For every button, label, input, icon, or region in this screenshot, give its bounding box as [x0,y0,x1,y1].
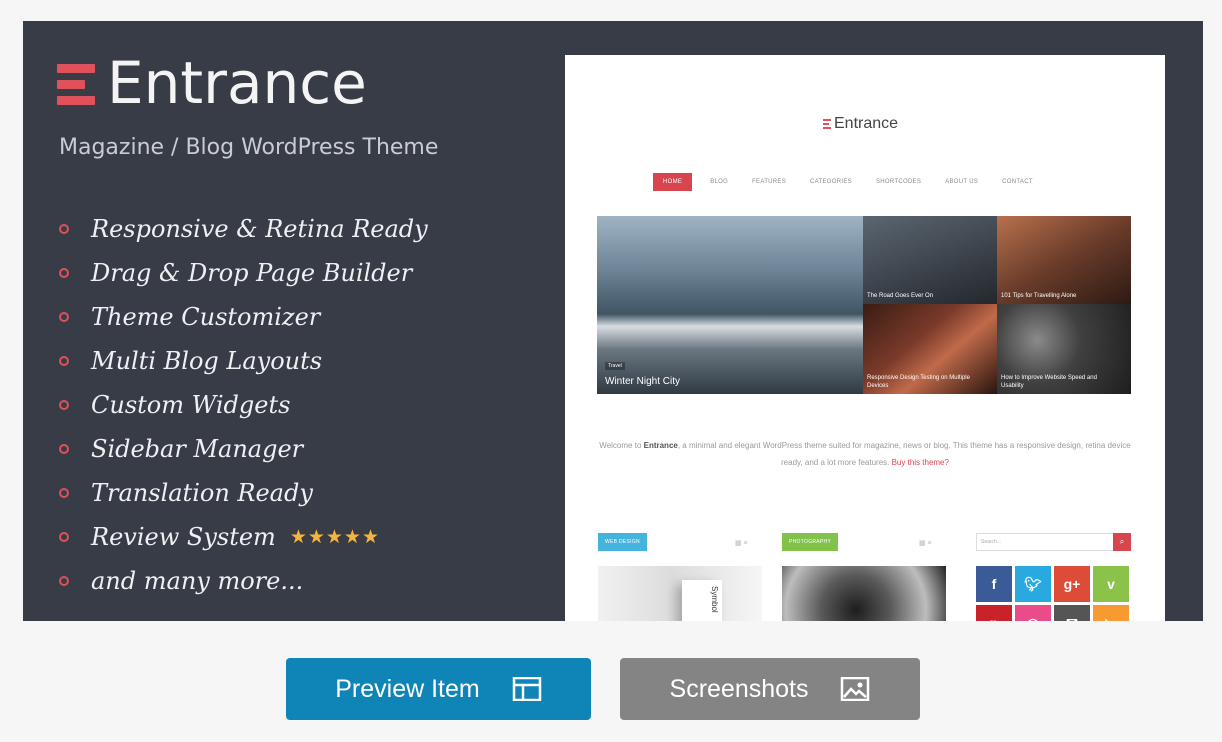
social-p-icon: p [976,605,1012,621]
preview-search: Search... ⌕ [976,533,1131,551]
logo-text: Entrance [107,49,367,117]
social-t-icon: 🐦︎ [1015,566,1051,602]
preview-category-web-design: WEB DESIGN [598,533,647,551]
rating-stars-icon: ★★★★★ [289,526,380,548]
feature-item: Sidebar Manager [59,427,428,471]
theme-logo: Entrance [57,51,367,115]
feature-item: and many more... [59,559,428,603]
bullet-icon [59,532,69,542]
preview-nav-home: HOME [653,173,693,191]
preview-nav-contact: CONTACT [1002,179,1033,185]
preview-category-photography: PHOTOGRAPHY [782,533,839,551]
preview-logo: Entrance [823,115,898,133]
feature-list: Responsive & Retina Ready Drag & Drop Pa… [59,207,428,603]
preview-social-grid: f🐦︎g+v p◎✉◣ [976,566,1131,621]
bullet-icon [59,356,69,366]
bullet-icon [59,488,69,498]
preview-item-button[interactable]: Preview Item [286,658,591,720]
preview-thumbnail: Symbol [598,566,762,621]
search-icon: ⌕ [1113,533,1131,551]
preview-nav-blog: BLOG [710,179,729,185]
layout-icon [512,677,541,701]
feature-item: Multi Blog Layouts [59,339,428,383]
bullet-icon [59,400,69,410]
preview-nav-shortcodes: SHORTCODES [875,179,922,185]
preview-thumbnail [782,566,946,621]
preview-featured-grid: Travel Winter Night City The Road Goes E… [597,216,1131,394]
theme-tagline: Magazine / Blog WordPress Theme [59,135,439,160]
feature-item: Custom Widgets [59,383,428,427]
feature-item: Theme Customizer [59,295,428,339]
theme-preview-screenshot: Entrance HOME BLOG FEATURES CATEGORIES S… [565,55,1165,621]
preview-nav: HOME BLOG FEATURES CATEGORIES SHORTCODES… [653,172,1057,192]
preview-nav-features: FEATURES [752,179,787,185]
theme-banner: Entrance Magazine / Blog WordPress Theme… [23,21,1203,621]
social-r-icon: ◣ [1093,605,1129,621]
preview-nav-categories: CATEGORIES [810,179,852,185]
preview-logo-icon [823,118,831,130]
screenshots-button[interactable]: Screenshots [620,658,920,720]
social-v-icon: v [1093,566,1129,602]
bullet-icon [59,224,69,234]
preview-tile: How to Improve Website Speed and Usabili… [997,304,1131,394]
feature-item: Responsive & Retina Ready [59,207,428,251]
preview-welcome-text: Welcome to Entrance, a minimal and elega… [599,441,1131,467]
social-d-icon: ◎ [1015,605,1051,621]
list-view-icon: ▦ ≡ [919,540,932,547]
social-m-icon: ✉ [1054,605,1090,621]
bullet-icon [59,312,69,322]
preview-tile: The Road Goes Ever On [863,216,997,304]
logo-e-icon [57,58,95,108]
social-f-icon: f [976,566,1012,602]
bullet-icon [59,268,69,278]
bullet-icon [59,444,69,454]
bullet-icon [59,576,69,586]
preview-tile: 101 Tips for Travelling Alone [997,216,1131,304]
image-icon [841,677,870,701]
preview-nav-about: ABOUT US [945,179,979,185]
social-g+-icon: g+ [1054,566,1090,602]
feature-item: Translation Ready [59,471,428,515]
feature-item: Review System ★★★★★ [59,515,428,559]
feature-item: Drag & Drop Page Builder [59,251,428,295]
preview-tile: Responsive Design Testing on Multiple De… [863,304,997,394]
grid-view-icon: ▦ ≡ [735,540,748,547]
preview-featured-tile: Travel Winter Night City [597,216,863,394]
